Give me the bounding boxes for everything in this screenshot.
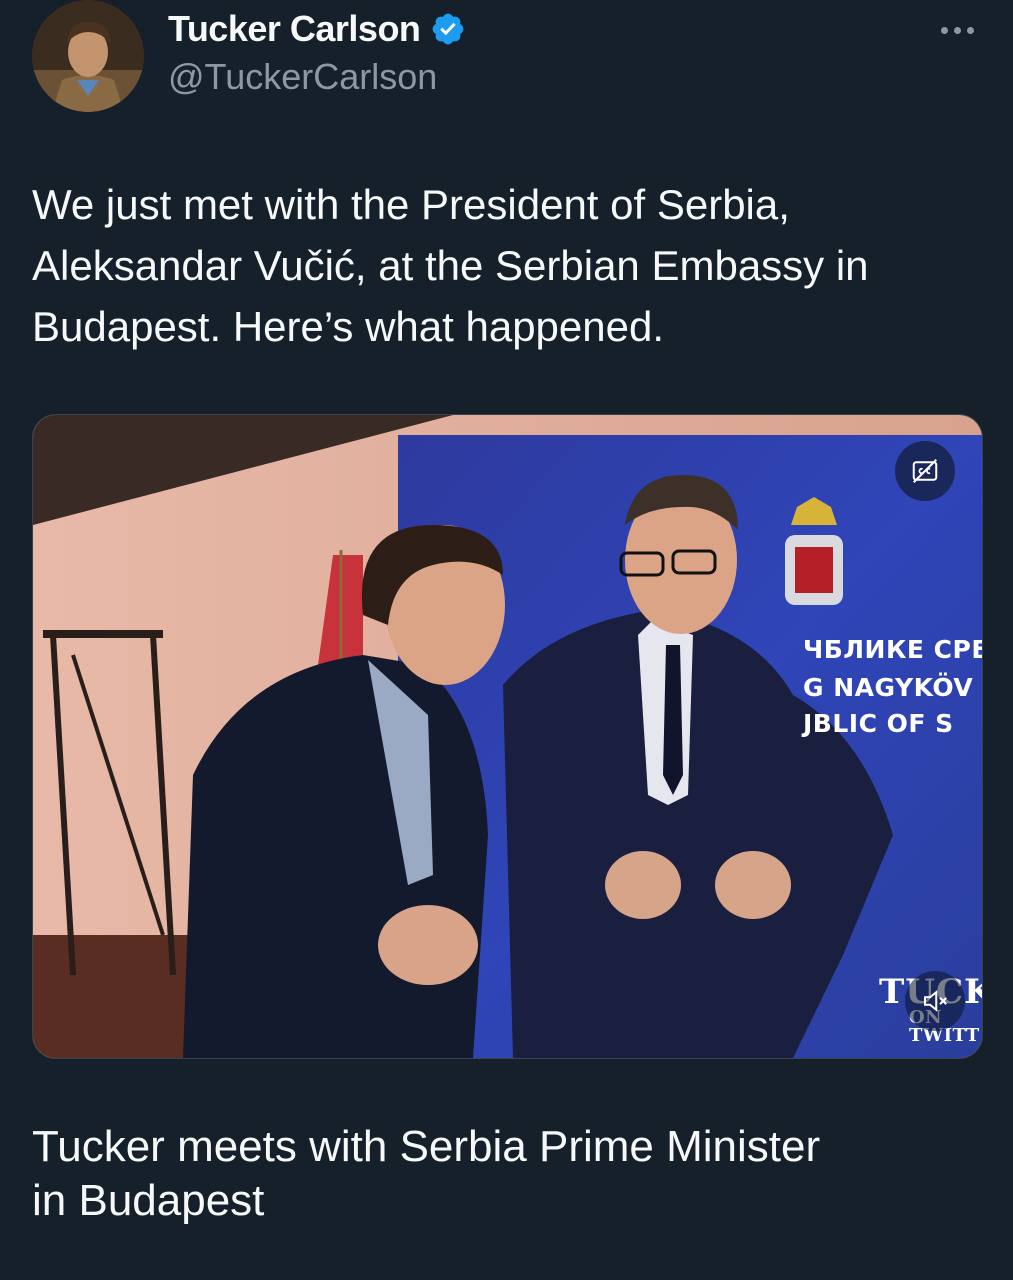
avatar[interactable] bbox=[32, 0, 144, 112]
more-options-icon[interactable] bbox=[937, 20, 977, 40]
user-handle[interactable]: @TuckerCarlson bbox=[168, 56, 437, 98]
avatar-photo bbox=[32, 0, 144, 112]
backdrop-text-line-3: JBLIC OF S bbox=[803, 709, 954, 738]
tweet-text: We just met with the President of Serbia… bbox=[32, 181, 869, 350]
muted-speaker-icon bbox=[924, 990, 947, 1012]
video-player[interactable]: ЧБЛИКЕ СРБІ G NAGYKÖV JBLIC OF S TUCK ON… bbox=[32, 414, 983, 1059]
mute-button[interactable] bbox=[905, 971, 965, 1031]
captions-button[interactable] bbox=[895, 441, 955, 501]
card-title[interactable]: Tucker meets with Serbia Prime Minister … bbox=[32, 1120, 932, 1228]
verified-badge-icon bbox=[433, 13, 464, 45]
backdrop-text-line-2: G NAGYKÖV bbox=[803, 673, 974, 702]
captions-icon bbox=[912, 459, 938, 483]
display-name[interactable]: Tucker Carlson bbox=[168, 8, 421, 50]
display-name-row[interactable]: Tucker Carlson bbox=[168, 8, 466, 50]
backdrop-text-line-1: ЧБЛИКЕ СРБІ bbox=[803, 635, 983, 664]
